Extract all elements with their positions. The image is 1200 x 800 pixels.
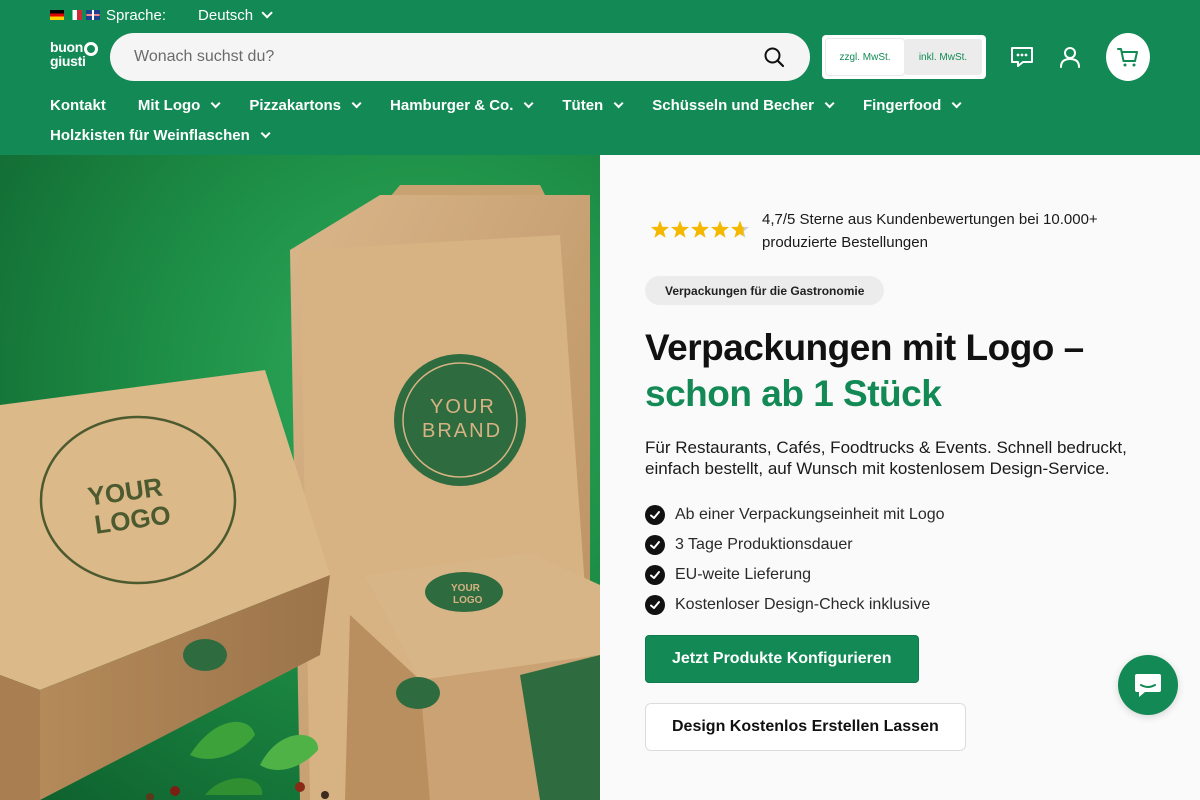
- nav-item-label: Schüsseln und Becher: [652, 96, 814, 114]
- chat-icon[interactable]: [1009, 44, 1035, 70]
- chat-widget-button[interactable]: [1118, 655, 1178, 715]
- chat-bubble-icon: [1135, 674, 1161, 697]
- logo-text-bottom: giusti: [50, 53, 86, 69]
- language-label: Sprache:: [106, 6, 167, 24]
- chevron-down-icon: [613, 97, 624, 108]
- chevron-down-icon: [951, 97, 962, 108]
- feature-text: Kostenloser Design-Check inklusive: [675, 596, 931, 613]
- nav-item-pizzakartons[interactable]: Pizzakartons: [249, 96, 362, 114]
- chevron-down-icon: [261, 7, 273, 19]
- configure-products-button[interactable]: Jetzt Produkte Konfigurieren: [645, 635, 919, 683]
- nav-item-schüsseln-und-becher[interactable]: Schüsseln und Becher: [652, 96, 835, 114]
- site-header: Sprache: Deutsch buon giusti zzgl. MwSt.…: [0, 0, 1200, 155]
- packaging-illustration: YOUR LOGO YOUR BRAND YOUR LOGO: [0, 185, 600, 800]
- nav-item-hamburger-co[interactable]: Hamburger & Co.: [390, 96, 534, 114]
- nav-row: Kontakt Mit Logo Pizzakartons Hamburger & C…: [50, 94, 1150, 116]
- logo-ring-icon: [84, 42, 98, 56]
- feature-list: Ab einer Verpackungseinheit mit Logo 3 Ta…: [645, 500, 945, 620]
- free-design-button[interactable]: Design Kostenlos Erstellen Lassen: [645, 703, 966, 751]
- nav-item-label: Kontakt: [50, 96, 106, 114]
- nav-item-mit-logo[interactable]: Mit Logo: [137, 96, 221, 114]
- nav-item-holzkisten-für-weinflaschen[interactable]: Holzkisten für Weinflaschen: [50, 126, 271, 144]
- page-title: Verpackungen mit Logo – schon ab 1 Stück: [645, 325, 1084, 417]
- nav-item-label: Hamburger & Co.: [390, 96, 514, 114]
- vat-toggle[interactable]: zzgl. MwSt. inkl. MwSt.: [822, 35, 986, 79]
- cart-icon: [1117, 48, 1138, 67]
- rating-text: 4,7/5 Sterne aus Kundenbewertungen bei 1…: [762, 211, 1098, 251]
- star-icon: [650, 220, 670, 238]
- italian-flag-icon: [68, 10, 82, 20]
- language-select[interactable]: Deutsch: [198, 6, 273, 24]
- vat-incl-option[interactable]: inkl. MwSt.: [904, 39, 982, 75]
- burger-box-logo-text-1: YOUR: [451, 583, 481, 594]
- chevron-down-icon: [524, 97, 534, 108]
- star-icon: [730, 220, 750, 238]
- feature-text: 3 Tage Produktionsdauer: [675, 536, 853, 553]
- uk-flag-icon: [86, 10, 100, 20]
- hero-image: YOUR LOGO YOUR BRAND YOUR LOGO: [0, 155, 600, 800]
- language-bar: Sprache: Deutsch: [50, 5, 273, 25]
- language-value: Deutsch: [198, 6, 254, 24]
- nav-item-label: Pizzakartons: [249, 96, 342, 114]
- feature-list-item: Ab einer Verpackungseinheit mit Logo: [645, 500, 945, 530]
- nav-item-tüten[interactable]: Tüten: [562, 96, 624, 114]
- main-navigation: Kontakt Mit Logo Pizzakartons Hamburger & C…: [50, 94, 1150, 154]
- site-logo[interactable]: buon giusti: [50, 40, 100, 74]
- bag-logo-text-2: BRAND: [422, 420, 502, 442]
- bag-logo-text-1: YOUR: [430, 396, 496, 418]
- rating-block: 4,7/5 Sterne aus Kundenbewertungen bei 1…: [650, 208, 1142, 254]
- star-icon: [690, 220, 710, 238]
- nav-item-label: Holzkisten für Weinflaschen: [50, 126, 250, 144]
- checkmark-icon: [645, 505, 665, 525]
- feature-list-item: 3 Tage Produktionsdauer: [645, 530, 945, 560]
- account-icon[interactable]: [1057, 44, 1083, 70]
- feature-list-item: EU-weite Lieferung: [645, 560, 945, 590]
- nav-row: Holzkisten für Weinflaschen: [50, 124, 1150, 146]
- search-input[interactable]: [134, 48, 762, 66]
- rating-stars-icon: [650, 220, 750, 238]
- nav-item-fingerfood[interactable]: Fingerfood: [862, 96, 962, 114]
- star-icon: [710, 220, 730, 238]
- star-icon: [670, 220, 690, 238]
- checkmark-icon: [645, 595, 665, 615]
- nav-item-label: Tüten: [562, 96, 604, 114]
- cart-button[interactable]: [1106, 33, 1150, 81]
- feature-list-item: Kostenloser Design-Check inklusive: [645, 590, 945, 620]
- search-bar: [110, 33, 810, 81]
- hero-section: 4,7/5 Sterne aus Kundenbewertungen bei 1…: [600, 155, 1200, 800]
- nav-item-kontakt[interactable]: Kontakt: [50, 97, 106, 114]
- feature-text: EU-weite Lieferung: [675, 566, 812, 583]
- chevron-down-icon: [210, 97, 221, 108]
- category-badge: Verpackungen für die Gastronomie: [645, 276, 885, 305]
- chevron-down-icon: [351, 97, 362, 108]
- chevron-down-icon: [824, 97, 835, 108]
- feature-text: Ab einer Verpackungseinheit mit Logo: [675, 506, 945, 523]
- title-line-1: Verpackungen mit Logo –: [645, 327, 1084, 368]
- title-line-2: schon ab 1 Stück: [645, 373, 942, 414]
- chevron-down-icon: [260, 127, 271, 138]
- checkmark-icon: [645, 565, 665, 585]
- nav-item-label: Fingerfood: [862, 96, 942, 114]
- burger-box-logo-text-2: LOGO: [453, 595, 483, 606]
- search-icon[interactable]: [762, 45, 786, 69]
- pizza-box: [0, 370, 330, 800]
- german-flag-icon: [50, 10, 64, 20]
- nav-item-label: Mit Logo: [137, 96, 201, 114]
- hero-subtitle: Für Restaurants, Cafés, Foodtrucks & Eve…: [645, 438, 1127, 478]
- checkmark-icon: [645, 535, 665, 555]
- vat-excl-option[interactable]: zzgl. MwSt.: [826, 39, 904, 75]
- flags: [50, 10, 100, 20]
